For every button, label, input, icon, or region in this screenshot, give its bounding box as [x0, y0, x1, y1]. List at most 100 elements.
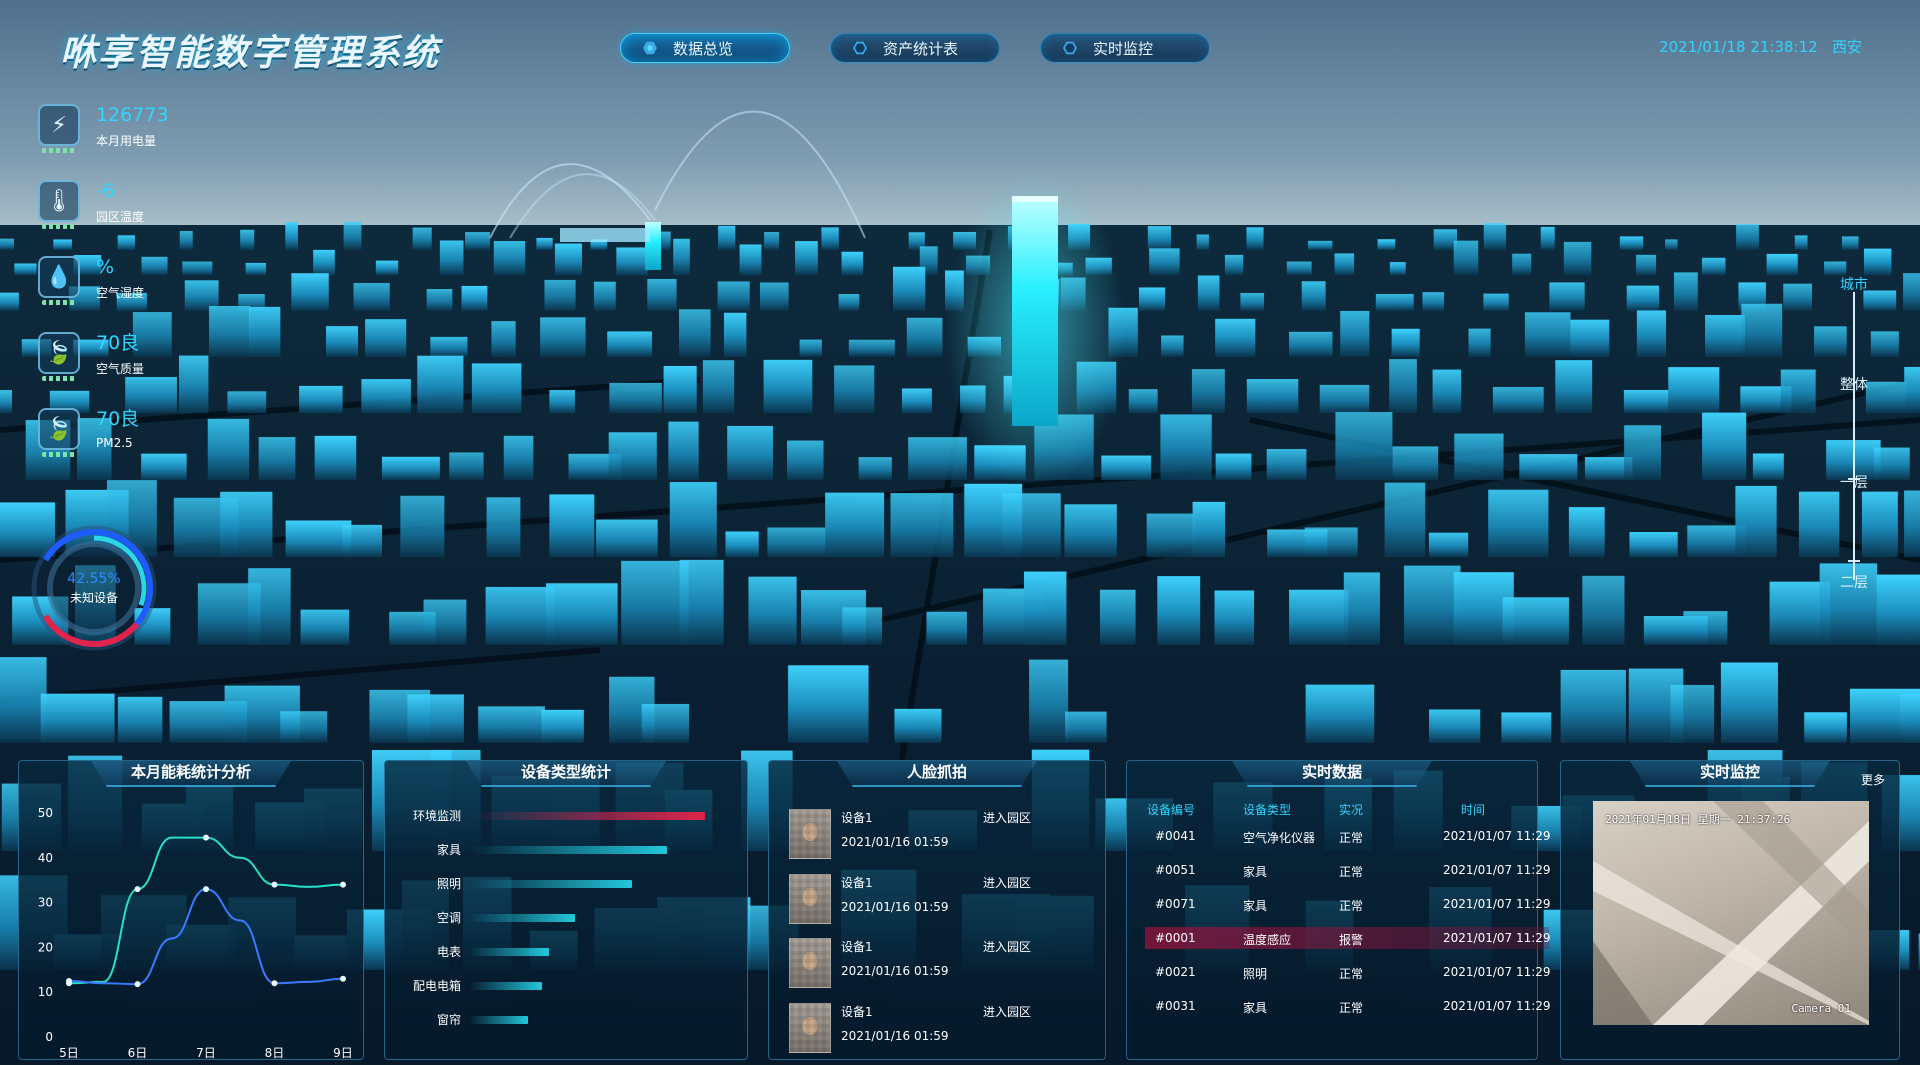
level-overall[interactable]: 整体: [1824, 374, 1884, 394]
building: [14, 263, 37, 276]
panel-title: 本月能耗统计分析: [91, 761, 291, 787]
building: [554, 243, 582, 276]
tab-data-overview[interactable]: 数据总览: [620, 33, 790, 63]
building: [485, 586, 555, 645]
table-cell-status: 正常: [1339, 1001, 1364, 1015]
data-point: [203, 886, 209, 893]
building: [461, 285, 488, 311]
face-action: 进入园区: [983, 811, 1032, 825]
bar-label: 电表: [436, 945, 461, 959]
table-cell-status: 正常: [1339, 967, 1364, 981]
metric-electricity: ⚡ 126773 本月用电量: [36, 104, 169, 154]
table-row[interactable]: #0031 家具 正常 2021/01/07 11:29: [1145, 995, 1551, 1017]
table-cell-time: 2021/01/07 11:29: [1443, 965, 1551, 979]
building: [1428, 532, 1469, 558]
building: [300, 609, 350, 645]
building: [679, 309, 711, 357]
bar-label: 空调: [436, 911, 461, 925]
bar-row: 家具: [385, 841, 725, 861]
bar-label: 窗帘: [436, 1013, 461, 1027]
building: [1502, 597, 1569, 645]
building: [834, 365, 875, 414]
building: [1266, 448, 1307, 480]
table-row[interactable]: #0071 家具 正常 2021/01/07 11:29: [1145, 893, 1551, 915]
lightning-icon: ⚡: [36, 104, 84, 154]
table-row[interactable]: #0001 温度感应 报警 2021/01/07 11:29: [1145, 927, 1551, 949]
face-capture-row[interactable]: 设备1 2021/01/16 01:59 进入园区: [789, 809, 1089, 871]
building: [702, 360, 735, 414]
bar: [469, 982, 543, 990]
face-device: 设备1: [841, 1005, 873, 1019]
building: [1555, 360, 1593, 414]
building: [1904, 490, 1920, 558]
table-cell-type: 温度感应: [1243, 933, 1292, 947]
metric-humidity: 💧 % 空气湿度: [36, 256, 144, 306]
x-tick-label: 5日: [59, 1046, 79, 1060]
tab-realtime-monitor[interactable]: 实时监控: [1040, 33, 1210, 63]
building: [1483, 293, 1509, 311]
gauge-percent: 42.55%: [67, 570, 121, 587]
building: [1392, 446, 1439, 480]
metric-label: PM2.5: [96, 436, 133, 450]
building: [540, 317, 586, 357]
face-capture-row[interactable]: 设备1 2021/01/16 01:59 进入园区: [789, 1003, 1089, 1065]
building: [1623, 389, 1669, 414]
building: [0, 657, 47, 743]
building: [825, 492, 885, 558]
column-header: 时间: [1461, 803, 1486, 817]
building: [1384, 482, 1426, 558]
table-row[interactable]: #0041 空气净化仪器 正常 2021/01/07 11:29: [1145, 825, 1551, 847]
building: [1432, 369, 1462, 414]
metric-label: 空气湿度: [96, 286, 145, 300]
bar-row: 窗帘: [385, 1011, 725, 1031]
building: [117, 696, 163, 743]
building: [1702, 412, 1747, 480]
metric-value: 126773: [96, 104, 169, 126]
level-city[interactable]: 城市: [1824, 274, 1884, 294]
y-tick-label: 0: [45, 1030, 53, 1044]
metric-value: %: [96, 256, 115, 278]
tab-asset-statistics[interactable]: 资产统计表: [830, 33, 1000, 63]
building: [926, 611, 967, 645]
table-row[interactable]: #0051 家具 正常 2021/01/07 11:29: [1145, 859, 1551, 881]
face-capture-row[interactable]: 设备1 2021/01/16 01:59 进入园区: [789, 938, 1089, 1000]
building: [343, 221, 362, 250]
building: [342, 524, 383, 558]
building: [718, 225, 736, 250]
table-row[interactable]: #0021 照明 正常 2021/01/07 11:29: [1145, 961, 1551, 983]
building: [1454, 433, 1504, 480]
building: [748, 576, 797, 645]
building: [1668, 367, 1720, 414]
building: [248, 568, 291, 645]
building: [1752, 453, 1784, 480]
y-tick-label: 30: [38, 896, 53, 910]
droplets-icon: 💧: [36, 256, 84, 306]
level-floor-1[interactable]: 一层: [1824, 472, 1884, 492]
camera-scene: [1593, 801, 1869, 1025]
building: [1429, 709, 1481, 743]
building: [1002, 493, 1061, 558]
top-nav: 数据总览 资产统计表 实时监控: [620, 33, 1210, 63]
building: [1422, 292, 1445, 311]
building: [1196, 234, 1209, 250]
level-label: 城市: [1840, 277, 1868, 293]
table-cell-status: 正常: [1339, 831, 1364, 845]
building: [417, 355, 464, 414]
more-link[interactable]: 更多: [1861, 771, 1885, 788]
building: [220, 491, 273, 558]
building: [821, 227, 839, 250]
building: [1903, 273, 1920, 311]
level-floor-2[interactable]: 二层: [1824, 572, 1884, 592]
leaf-icon: 🍃: [36, 332, 84, 382]
face-capture-row[interactable]: 设备1 2021/01/16 01:59 进入园区: [789, 874, 1089, 936]
building: [1224, 254, 1244, 276]
building: [549, 390, 575, 414]
data-point: [134, 886, 141, 893]
camera-feed[interactable]: 2021年01月18日 星期一 21:37:26 Camera 01: [1593, 801, 1869, 1025]
building: [1501, 712, 1552, 743]
level-label: 一层: [1840, 475, 1868, 491]
hexagon-icon: [1063, 41, 1077, 55]
building: [1720, 662, 1778, 743]
face-thumbnail: [789, 874, 831, 924]
building: [763, 359, 813, 414]
